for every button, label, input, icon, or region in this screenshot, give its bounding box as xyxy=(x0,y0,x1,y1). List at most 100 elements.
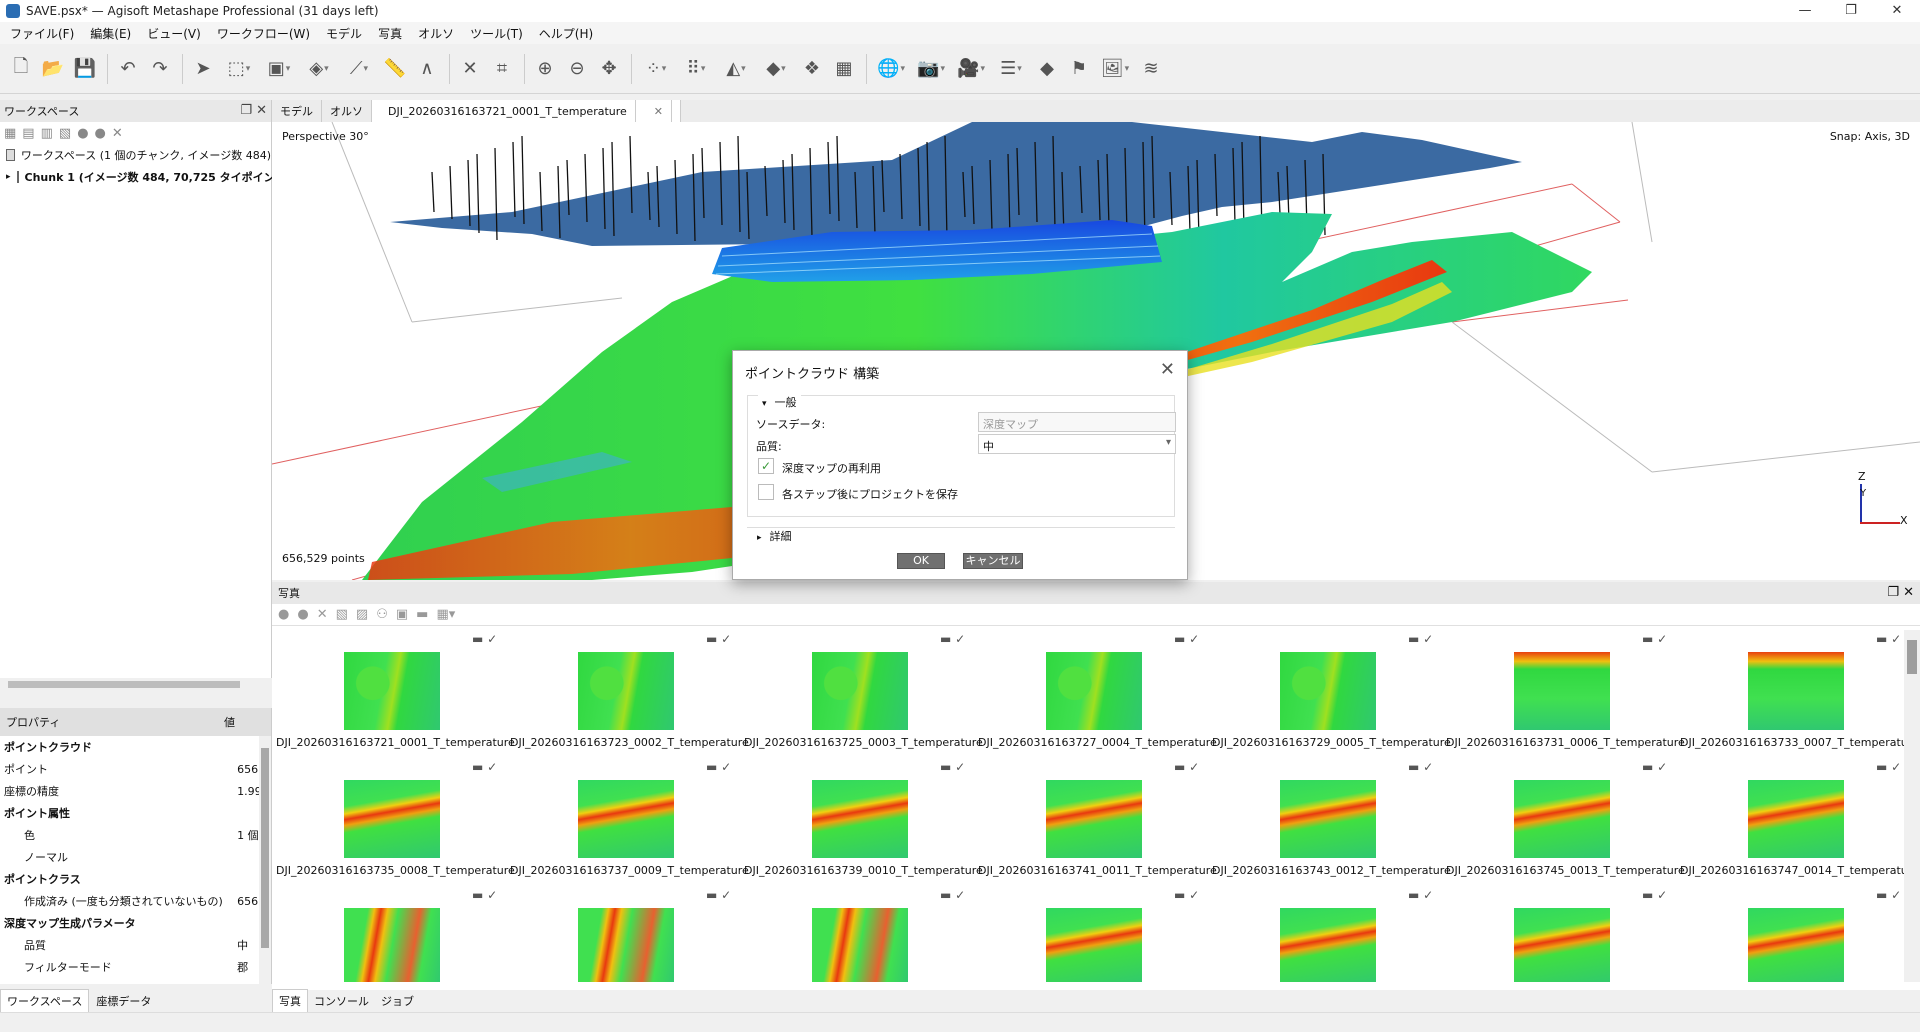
remove-camera-icon[interactable]: ✕ xyxy=(317,607,328,622)
photo-thumbnail[interactable] xyxy=(1748,908,1844,982)
general-group-title[interactable]: ▾ 一般 xyxy=(758,394,801,410)
photo-thumbnail[interactable] xyxy=(1280,780,1376,858)
photo-item[interactable]: ▬ ✓ DJI_20260316163741_0011_T_temperature xyxy=(978,758,1217,886)
zoom-in-icon[interactable]: ⊕ xyxy=(530,54,560,84)
property-row[interactable]: ノーマル xyxy=(0,846,271,868)
photo-thumbnail[interactable] xyxy=(1046,780,1142,858)
add-chunk-icon[interactable]: ▦ xyxy=(4,126,16,141)
binoculars-icon[interactable]: ⚇ xyxy=(376,607,388,622)
photo-item[interactable]: ▬ ✓ DJI_20260316163731_0006_T_temperature xyxy=(1446,630,1685,758)
photo-item[interactable]: ▬ ✓ xyxy=(744,886,972,982)
remove-mask-icon[interactable]: ▬ xyxy=(416,607,428,622)
menu-photo[interactable]: 写真 xyxy=(378,25,402,42)
maximize-button[interactable]: ❐ xyxy=(1828,0,1874,22)
list-icon[interactable]: ☰ xyxy=(992,54,1030,84)
photo-thumbnail[interactable] xyxy=(1514,652,1610,730)
tab-jobs[interactable]: ジョブ xyxy=(375,990,420,1012)
source-data-field[interactable]: 深度マップ xyxy=(978,412,1176,432)
disable-icon[interactable]: ● xyxy=(95,126,106,141)
open-folder-icon[interactable]: 📂 xyxy=(38,54,68,84)
tab-reference[interactable]: 座標データ xyxy=(89,989,158,1013)
menu-ortho[interactable]: オルソ xyxy=(418,25,454,42)
photo-item[interactable]: ▬ ✓ DJI_20260316163725_0003_T_temperature xyxy=(744,630,983,758)
photo-thumbnail[interactable] xyxy=(578,908,674,982)
layers-icon[interactable]: ≋ xyxy=(1136,54,1166,84)
mesh-icon[interactable]: ◭ xyxy=(717,54,755,84)
chunk-item[interactable]: ▸ Chunk 1 (イメージ数 484, 70,725 タイポイント) xyxy=(0,166,291,188)
tab-photos[interactable]: 写真 xyxy=(272,989,308,1013)
reuse-depth-maps-checkbox[interactable]: ✓ xyxy=(758,458,774,474)
rotate-left-icon[interactable]: ▧ xyxy=(336,607,348,622)
reset-view-icon[interactable]: ✥ xyxy=(594,54,624,84)
tab-console[interactable]: コンソール xyxy=(308,990,375,1012)
rotate-right-icon[interactable]: ▨ xyxy=(356,607,368,622)
rect-select-icon[interactable]: ⬚ xyxy=(220,54,258,84)
property-row[interactable]: ポイント656,52 xyxy=(0,758,271,780)
draw-polyline-icon[interactable]: ⟋ xyxy=(340,54,378,84)
property-column-header[interactable]: プロパティ xyxy=(0,714,220,730)
photo-thumbnail[interactable] xyxy=(578,652,674,730)
remove-icon[interactable]: ✕ xyxy=(112,126,123,141)
value-column-header[interactable]: 値 xyxy=(220,714,235,730)
add-marker-icon[interactable]: ▧ xyxy=(59,126,71,141)
expand-arrow-icon[interactable]: ▸ xyxy=(6,172,11,182)
menu-file[interactable]: ファイル(F) xyxy=(10,25,74,42)
menu-tools[interactable]: ツール(T) xyxy=(470,25,523,42)
property-row[interactable]: 品質中 xyxy=(0,934,271,956)
photo-item[interactable]: ▬ ✓ DJI_20260316163743_0012_T_temperature xyxy=(1212,758,1451,886)
photo-item[interactable]: ▬ ✓ DJI_20260316163729_0005_T_temperature xyxy=(1212,630,1451,758)
flag-icon[interactable]: ⚑ xyxy=(1064,54,1094,84)
tab-photo-view[interactable]: DJI_20260316163721_0001_T_temperature ✕ xyxy=(372,100,682,122)
cancel-button[interactable]: キャンセル xyxy=(963,553,1023,569)
new-document-icon[interactable]: 🗋 xyxy=(6,54,36,84)
photo-thumbnail[interactable] xyxy=(1514,780,1610,858)
photo-thumbnail[interactable] xyxy=(1280,908,1376,982)
save-icon[interactable]: 💾 xyxy=(70,54,100,84)
save-after-step-checkbox[interactable] xyxy=(758,484,774,500)
photo-thumbnail[interactable] xyxy=(344,908,440,982)
scroll-thumb[interactable] xyxy=(1907,640,1917,674)
undo-icon[interactable]: ↶ xyxy=(113,54,143,84)
enable-camera-icon[interactable]: ● xyxy=(278,607,289,622)
disable-camera-icon[interactable]: ● xyxy=(297,607,308,622)
property-row[interactable]: 座標の精度1.99 cr xyxy=(0,780,271,802)
pointer-icon[interactable]: ➤ xyxy=(188,54,218,84)
delete-icon[interactable]: ✕ xyxy=(455,54,485,84)
quality-select[interactable]: 中 xyxy=(978,434,1176,454)
add-folder-icon[interactable]: ▥ xyxy=(41,126,53,141)
property-row[interactable]: フィルターモード郡 xyxy=(0,956,271,978)
zoom-out-icon[interactable]: ⊖ xyxy=(562,54,592,84)
image-icon[interactable]: 🖼 xyxy=(1096,54,1134,84)
photo-thumbnail[interactable] xyxy=(344,780,440,858)
photo-item[interactable]: ▬ ✓ xyxy=(276,886,504,982)
photo-thumbnail[interactable] xyxy=(1046,652,1142,730)
menu-view[interactable]: ビュー(V) xyxy=(147,25,201,42)
close-tab-icon[interactable]: ✕ xyxy=(646,100,673,122)
photo-item[interactable]: ▬ ✓ xyxy=(510,886,738,982)
camera-icon[interactable]: 📷 xyxy=(912,54,950,84)
photo-item[interactable]: ▬ ✓ DJI_20260316163747_0014_T_temperature xyxy=(1680,758,1904,886)
tab-model[interactable]: モデル xyxy=(272,100,322,122)
panel-float-close-icon[interactable]: ❐ ✕ xyxy=(1887,585,1914,600)
menu-model[interactable]: モデル xyxy=(326,25,362,42)
crop-icon[interactable]: ⌗ xyxy=(487,54,517,84)
properties-vscroll[interactable] xyxy=(259,736,271,984)
photo-item[interactable]: ▬ ✓ DJI_20260316163745_0013_T_temperature xyxy=(1446,758,1685,886)
scroll-thumb[interactable] xyxy=(261,748,269,948)
photo-item[interactable]: ▬ ✓ xyxy=(1446,886,1674,982)
resize-region-icon[interactable]: ▣ xyxy=(260,54,298,84)
menu-edit[interactable]: 編集(E) xyxy=(90,25,131,42)
property-row[interactable]: ポイントクラウド xyxy=(0,736,271,758)
property-row[interactable]: 作成済み (一度も分類されていないもの)656,52 xyxy=(0,890,271,912)
photo-item[interactable]: ▬ ✓ DJI_20260316163735_0008_T_temperature xyxy=(276,758,515,886)
minimize-button[interactable]: — xyxy=(1782,0,1828,22)
photo-thumbnail[interactable] xyxy=(1514,908,1610,982)
mask-icon[interactable]: ▣ xyxy=(396,607,408,622)
photo-thumbnail[interactable] xyxy=(812,652,908,730)
photo-item[interactable]: ▬ ✓ DJI_20260316163727_0004_T_temperature xyxy=(978,630,1217,758)
workspace-hscroll[interactable] xyxy=(0,678,272,690)
scroll-thumb[interactable] xyxy=(8,681,240,688)
photo-item[interactable]: ▬ ✓ xyxy=(1212,886,1440,982)
tiled-model-icon[interactable]: ◆ xyxy=(757,54,795,84)
shape-icon[interactable]: ∧ xyxy=(412,54,442,84)
